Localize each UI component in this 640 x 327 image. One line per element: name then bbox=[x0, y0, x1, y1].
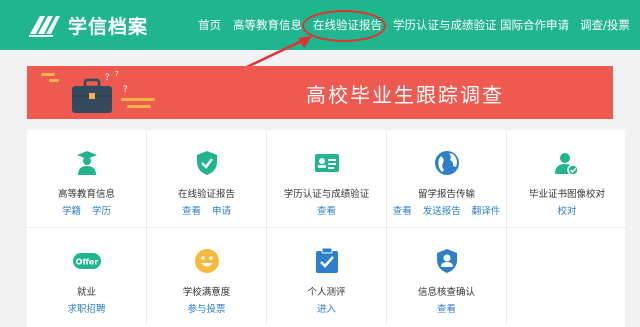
link-view[interactable]: 查看 bbox=[317, 206, 336, 217]
offer-icon: Offer bbox=[72, 253, 101, 269]
service-certificate-image-check[interactable]: 毕业证书图像校对 校对 bbox=[507, 130, 627, 228]
service-school-satisfaction[interactable]: 学校满意度 参与投票 bbox=[147, 228, 267, 326]
service-title: 学校满意度 bbox=[182, 287, 231, 298]
service-employment[interactable]: Offer 就业 求职招聘 bbox=[27, 228, 147, 326]
link-vote[interactable]: 参与投票 bbox=[187, 304, 225, 315]
service-degree-certification[interactable]: 学历认证与成绩验证 查看 bbox=[267, 130, 387, 228]
link-view[interactable]: 查看 bbox=[182, 206, 201, 217]
service-title: 高等教育信息 bbox=[57, 189, 115, 200]
banner-illustration: ? ? ? bbox=[41, 70, 155, 113]
link-degree[interactable]: 学历 bbox=[92, 206, 111, 217]
link-view[interactable]: 查看 bbox=[437, 304, 456, 315]
id-card-icon bbox=[314, 154, 339, 172]
service-title: 信息核查确认 bbox=[417, 287, 475, 298]
brand-logo[interactable]: 学信档案 bbox=[28, 11, 148, 39]
svg-text:?: ? bbox=[123, 85, 128, 95]
service-study-abroad-report[interactable]: 留学报告传输 查看 发送报告 翻译件 bbox=[387, 130, 507, 228]
svg-text:?: ? bbox=[105, 73, 110, 83]
link-enrollment[interactable]: 学籍 bbox=[62, 206, 81, 217]
svg-text:Offer: Offer bbox=[75, 258, 98, 267]
svg-text:?: ? bbox=[115, 70, 119, 78]
user-check-icon bbox=[555, 153, 579, 176]
service-higher-education-info[interactable]: 高等教育信息 学籍 学历 bbox=[27, 130, 147, 228]
nav-international-cooperation[interactable]: 国际合作申请 bbox=[500, 17, 569, 33]
service-info-verification[interactable]: 信息核查确认 查看 bbox=[387, 228, 507, 326]
link-view[interactable]: 查看 bbox=[393, 206, 412, 217]
shield-check-icon bbox=[196, 151, 217, 175]
nav-home[interactable]: 首页 bbox=[198, 17, 221, 33]
nav-higher-education-info[interactable]: 高等教育信息 bbox=[233, 17, 302, 33]
logo-book-icon bbox=[29, 16, 60, 37]
service-title: 毕业证书图像校对 bbox=[528, 189, 605, 200]
shield-user-icon bbox=[436, 249, 457, 273]
service-title: 学历认证与成绩验证 bbox=[283, 189, 370, 200]
service-title: 就业 bbox=[76, 287, 96, 298]
globe-icon bbox=[434, 151, 459, 175]
link-enter[interactable]: 进入 bbox=[317, 304, 336, 315]
link-send-report[interactable]: 发送报告 bbox=[423, 206, 461, 217]
empty-cell bbox=[507, 228, 627, 326]
checklist-icon bbox=[315, 248, 338, 273]
banner-title: 高校毕业生跟踪调查 bbox=[306, 83, 504, 107]
service-title: 个人测评 bbox=[307, 287, 346, 298]
service-title: 在线验证报告 bbox=[177, 189, 235, 200]
survey-banner[interactable]: ? ? ? 高校毕业生跟踪调查 bbox=[27, 66, 613, 119]
link-verify[interactable]: 校对 bbox=[557, 206, 576, 217]
brand-name: 学信档案 bbox=[68, 15, 149, 38]
service-title: 留学报告传输 bbox=[417, 189, 475, 200]
nav-survey-vote[interactable]: 调查/投票 bbox=[580, 17, 630, 33]
link-apply[interactable]: 申请 bbox=[212, 206, 231, 217]
smile-icon bbox=[194, 249, 219, 273]
link-job-search[interactable]: 求职招聘 bbox=[67, 304, 105, 315]
link-translation[interactable]: 翻译件 bbox=[472, 206, 501, 217]
nav-degree-certification[interactable]: 学历认证与成绩验证 bbox=[393, 17, 497, 33]
service-grid: 高等教育信息 学籍 学历 在线验证报告 查看 申请 学历认证与成绩验证 查看 留… bbox=[27, 130, 627, 327]
graduate-icon bbox=[76, 151, 97, 175]
service-online-verification[interactable]: 在线验证报告 查看 申请 bbox=[147, 130, 267, 228]
service-personal-assessment[interactable]: 个人测评 进入 bbox=[267, 228, 387, 326]
